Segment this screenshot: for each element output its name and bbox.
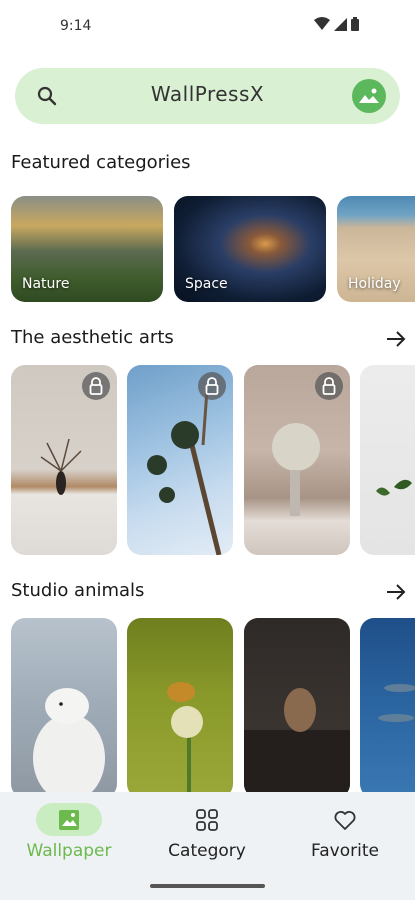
category-card-holiday[interactable]: Holiday [337,196,415,302]
image-icon [59,810,79,830]
wallpaper-card[interactable] [127,365,233,555]
category-card-space[interactable]: Space [174,196,326,302]
app-title: WallPressX [150,82,265,106]
wallpaper-card[interactable] [244,618,350,798]
avatar[interactable] [352,79,386,113]
lock-badge [198,372,226,400]
wallpaper-card[interactable] [360,365,415,555]
heart-icon [334,811,356,830]
lock-icon [89,377,103,395]
arrow-right-icon[interactable] [385,581,407,603]
lock-icon [205,377,219,395]
signal-icon [334,17,347,31]
wifi-icon [314,17,330,30]
category-label: Space [185,276,228,292]
nav-label-wallpaper: Wallpaper [26,841,112,861]
nav-item-wallpaper[interactable]: Wallpaper [0,792,138,872]
status-bar: 9:14 [0,0,415,56]
search-bar[interactable]: WallPressX [15,68,400,124]
battery-icon [351,17,359,31]
wallpaper-card[interactable] [11,365,117,555]
section-title-animals: Studio animals [11,580,145,601]
wallpaper-card[interactable] [11,618,117,798]
wallpaper-card[interactable] [127,618,233,798]
section-title-featured: Featured categories [11,152,191,173]
grid-icon [196,809,218,831]
bee-image [167,682,203,798]
arrow-right-icon[interactable] [385,328,407,350]
nav-label-favorite: Favorite [311,841,379,861]
lock-badge [315,372,343,400]
status-icons [314,17,359,31]
lock-badge [82,372,110,400]
category-label: Holiday [348,276,401,292]
image-icon [359,88,379,103]
dolphins-image [378,684,415,722]
nav-item-category[interactable]: Category [138,792,276,872]
nav-item-favorite[interactable]: Favorite [276,792,414,872]
status-time: 9:14 [60,18,92,34]
lock-icon [322,377,336,395]
fox-image [33,688,105,798]
plant-image [376,479,412,496]
section-title-aesthetic: The aesthetic arts [11,327,174,348]
wallpaper-card[interactable] [360,618,415,798]
wallpaper-card[interactable] [244,365,350,555]
nav-label-category: Category [168,841,246,861]
home-indicator [150,884,265,888]
category-card-nature[interactable]: Nature [11,196,163,302]
chipmunk-image [244,688,350,798]
category-label: Nature [22,276,70,292]
